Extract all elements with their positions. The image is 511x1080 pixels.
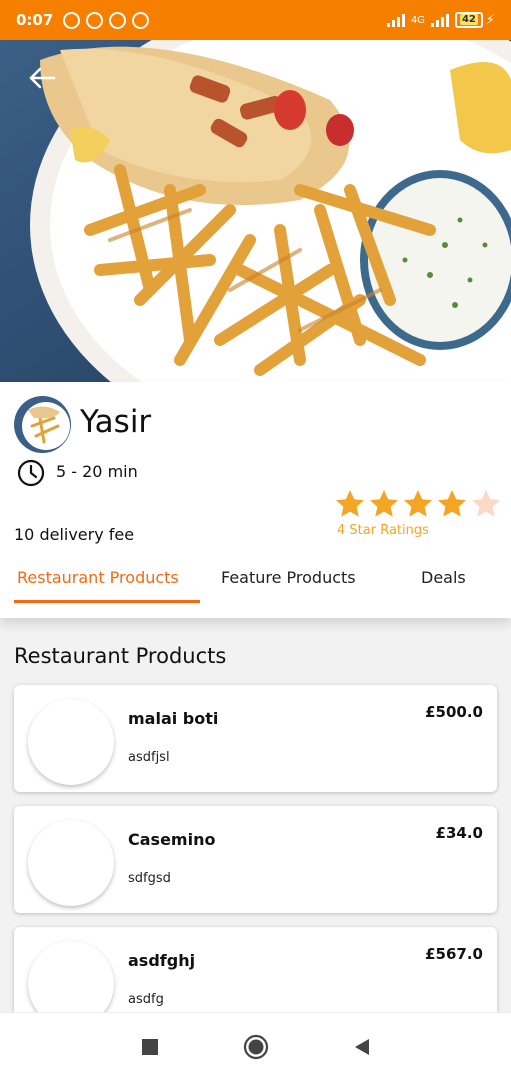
clock-icon (17, 459, 45, 487)
battery-level: 42 (459, 14, 478, 25)
product-name: asdfghj (128, 951, 196, 970)
signal-icon (386, 13, 405, 27)
active-tab-indicator (14, 600, 200, 603)
back-button[interactable] (22, 60, 62, 96)
circle-home-icon (243, 1034, 268, 1059)
network-type: 4G (410, 14, 425, 26)
product-card[interactable]: malai boti asdfjsl £500.0 (14, 685, 497, 792)
product-card[interactable]: Casemino sdfgsd £34.0 (14, 806, 497, 913)
tab-feature-products[interactable]: Feature Products (221, 568, 356, 587)
product-image (28, 699, 114, 785)
signal-icon (430, 13, 449, 27)
food-illustration (0, 40, 511, 382)
square-icon (141, 1038, 158, 1055)
product-description: asdfg (128, 992, 164, 1007)
system-nav-bar (0, 1012, 511, 1080)
restaurant-cover-image (0, 40, 511, 382)
status-time: 0:07 (16, 11, 54, 29)
tab-deals[interactable]: Deals (421, 568, 466, 587)
section-title: Restaurant Products (14, 644, 227, 668)
product-description: asdfjsl (128, 750, 170, 765)
notification-icon (109, 11, 127, 29)
recents-button[interactable] (97, 1038, 203, 1056)
delivery-fee: 10 delivery fee (14, 525, 135, 544)
star-filled-icon (336, 490, 364, 517)
notification-icon (132, 11, 150, 29)
tab-restaurant-products[interactable]: Restaurant Products (17, 568, 179, 587)
triangle-back-icon (354, 1038, 369, 1055)
restaurant-avatar (14, 396, 71, 453)
star-filled-icon (438, 490, 466, 517)
notification-icons (63, 11, 150, 29)
alarm-icon (63, 11, 81, 29)
arrow-left-icon (29, 67, 56, 89)
product-price: £567.0 (425, 945, 483, 963)
tab-bar: Restaurant Products Feature Products Dea… (0, 562, 511, 603)
star-empty-icon (472, 490, 500, 517)
restaurant-info: Yasir 5 - 20 min 10 delivery fee 4 Star … (0, 382, 511, 618)
star-rating (334, 488, 502, 520)
battery-icon: 42 ⚡ (454, 12, 495, 28)
back-nav-button[interactable] (309, 1038, 415, 1056)
delivery-time: 5 - 20 min (56, 462, 138, 481)
status-bar: 0:07 4G 42 ⚡ (0, 0, 511, 40)
rating-label: 4 Star Ratings (337, 523, 429, 538)
star-filled-icon (404, 490, 432, 517)
system-status: 4G 42 ⚡ (386, 12, 495, 28)
product-name: Casemino (128, 830, 216, 849)
avatar-image (14, 396, 71, 453)
charging-icon: ⚡ (485, 12, 495, 28)
restaurant-name: Yasir (80, 404, 152, 440)
whatsapp-icon (86, 11, 104, 29)
product-description: sdfgsd (128, 871, 171, 886)
product-price: £500.0 (425, 703, 483, 721)
product-image (28, 820, 114, 906)
product-name: malai boti (128, 709, 219, 728)
star-filled-icon (370, 490, 398, 517)
product-price: £34.0 (435, 824, 483, 842)
home-button[interactable] (203, 1034, 309, 1060)
